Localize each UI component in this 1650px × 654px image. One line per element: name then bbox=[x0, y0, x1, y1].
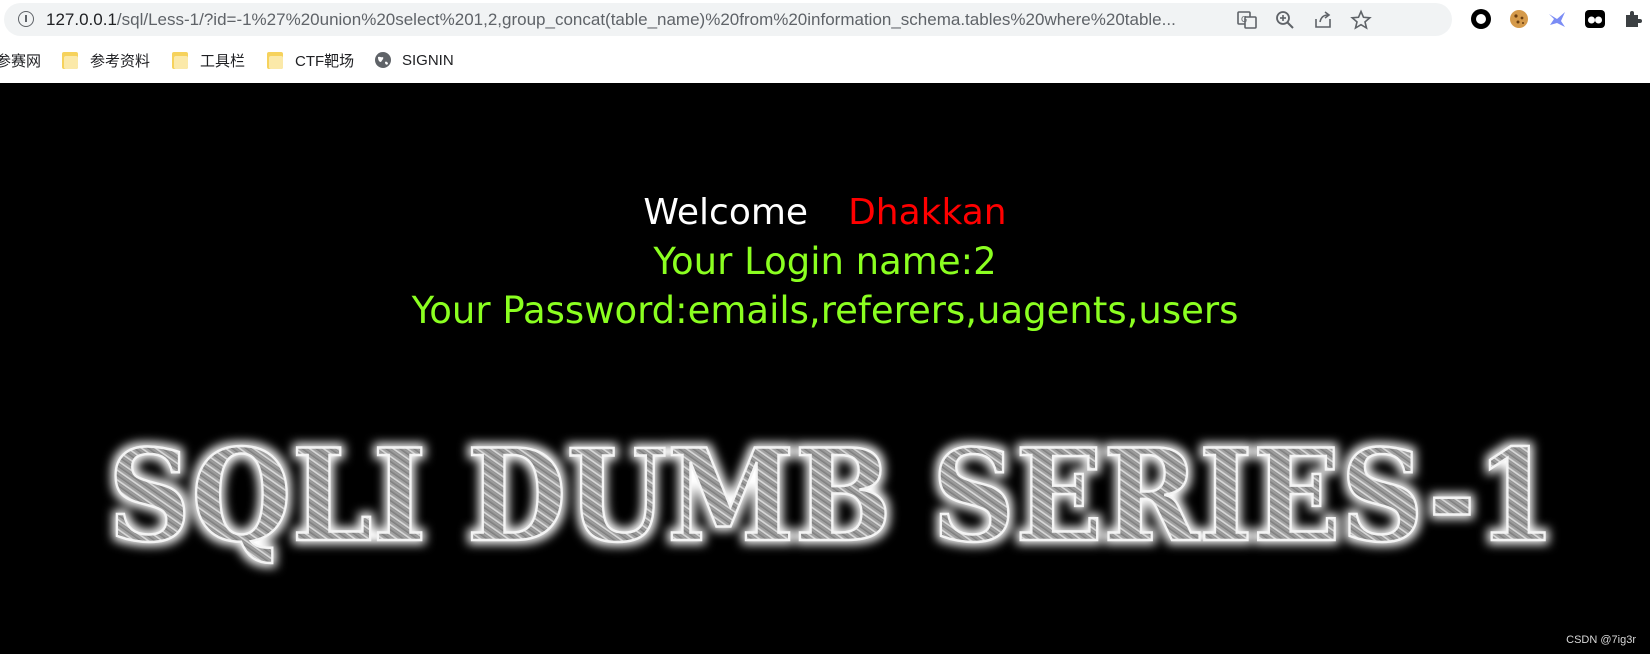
cookie-extension-icon[interactable] bbox=[1508, 8, 1530, 30]
banner-text: SQLI DUMB SERIES-1 bbox=[108, 422, 1556, 570]
puzzle-extension-icon[interactable] bbox=[1622, 8, 1644, 30]
record-extension-icon[interactable] bbox=[1470, 8, 1492, 30]
welcome-name: Dhakkan bbox=[848, 192, 1007, 233]
login-name-line: Your Login name:2 bbox=[653, 240, 997, 283]
url-path: /sql/Less-1/?id=-1%27%20union%20select%2… bbox=[116, 10, 1176, 29]
folder-icon bbox=[62, 51, 78, 69]
share-icon[interactable] bbox=[1312, 9, 1334, 31]
bookmark-item[interactable]: 参赛网 bbox=[0, 48, 41, 72]
glasses-extension-icon[interactable] bbox=[1584, 8, 1606, 30]
folder-icon bbox=[172, 51, 188, 69]
bookmark-label: SIGNIN bbox=[402, 51, 454, 69]
translate-icon[interactable]: G bbox=[1236, 9, 1258, 31]
password-line: Your Password:emails,referers,uagents,us… bbox=[411, 289, 1239, 332]
watermark: CSDN @7ig3r bbox=[1566, 634, 1636, 646]
url-text[interactable]: 127.0.0.1/sql/Less-1/?id=-1%27%20union%2… bbox=[46, 10, 1286, 30]
globe-icon bbox=[375, 52, 391, 68]
address-bar[interactable]: 127.0.0.1/sql/Less-1/?id=-1%27%20union%2… bbox=[4, 3, 1452, 36]
page-content: Welcome Dhakkan Your Login name:2 Your Pa… bbox=[0, 83, 1650, 654]
bookmark-item[interactable]: 工具栏 bbox=[172, 48, 245, 72]
welcome-text: Welcome bbox=[643, 192, 809, 233]
bookmark-label: 参考资料 bbox=[90, 52, 151, 70]
bookmark-label: 参赛网 bbox=[0, 52, 42, 70]
bookmark-label: 工具栏 bbox=[200, 52, 246, 70]
url-host: 127.0.0.1 bbox=[46, 10, 117, 29]
bookmark-item[interactable]: CTF靶场 bbox=[267, 48, 354, 72]
zoom-icon[interactable] bbox=[1274, 9, 1296, 31]
bookmarks-bar: 参赛网 参考资料 工具栏 CTF靶场 SIGNIN bbox=[0, 44, 1650, 76]
bookmark-label: CTF靶场 bbox=[295, 52, 355, 70]
sqli-dumb-series-banner: SQLI DUMB SERIES-1 bbox=[58, 421, 1606, 572]
bookmark-item[interactable]: SIGNIN bbox=[374, 48, 454, 72]
svg-text:G: G bbox=[1241, 15, 1247, 24]
bird-extension-icon[interactable] bbox=[1546, 8, 1568, 30]
site-info-icon[interactable] bbox=[18, 11, 34, 27]
browser-chrome: 127.0.0.1/sql/Less-1/?id=-1%27%20union%2… bbox=[0, 0, 1650, 83]
star-icon[interactable] bbox=[1350, 9, 1372, 31]
welcome-line: Welcome Dhakkan bbox=[0, 191, 1650, 235]
bookmark-item[interactable]: 参考资料 bbox=[62, 48, 150, 72]
folder-icon bbox=[267, 51, 283, 69]
